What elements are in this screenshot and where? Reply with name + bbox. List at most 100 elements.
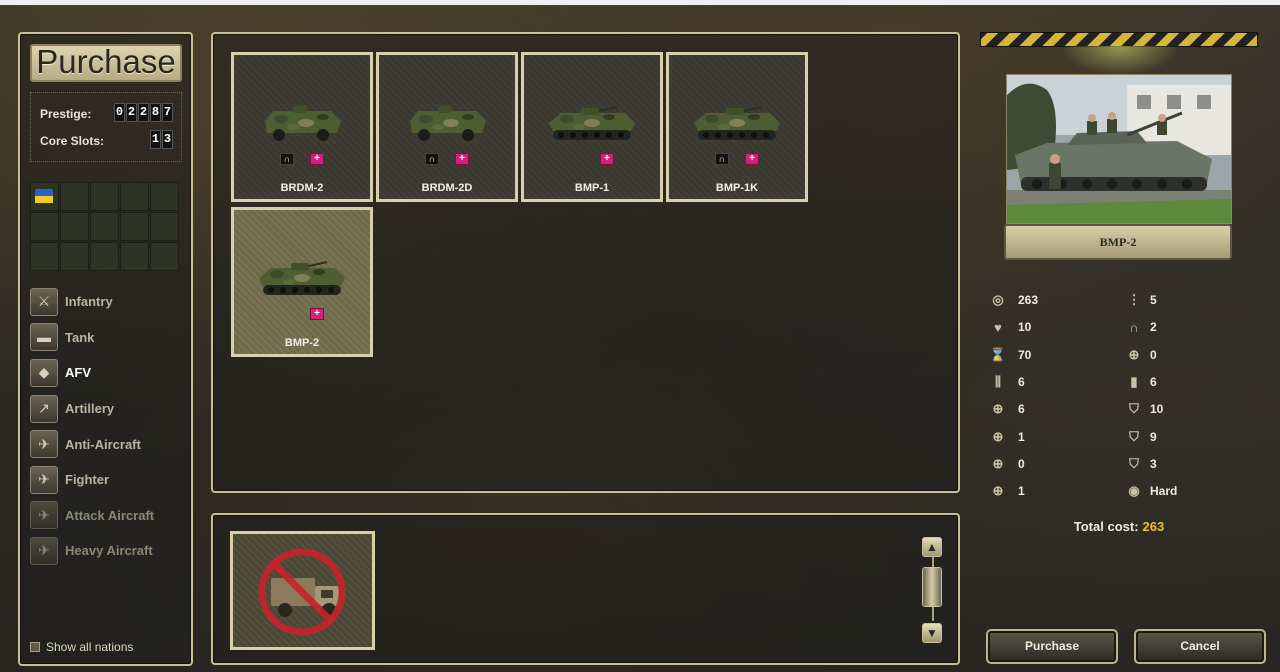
- prestige-digit: 8: [150, 103, 161, 122]
- anti-aircraft-icon: ✈: [30, 430, 58, 459]
- tag-spacer: [280, 308, 294, 320]
- stat-ground-defense: ⛉ 10: [1124, 399, 1163, 419]
- coins-icon: ◎: [992, 292, 1004, 307]
- category-heavy-aircraft[interactable]: ✈ Heavy Aircraft: [30, 533, 154, 569]
- unit-tags: ∩ +: [669, 153, 805, 165]
- category-label: Fighter: [65, 472, 110, 488]
- unit-card[interactable]: ∩ + BRDM-2D: [376, 52, 518, 202]
- nation-slot-empty: [120, 242, 149, 271]
- unit-vehicle-icon: [692, 105, 782, 150]
- show-all-checkbox[interactable]: [30, 642, 40, 652]
- air-attack-icon: ⊕: [992, 455, 1004, 471]
- scroll-thumb[interactable]: [922, 567, 942, 607]
- medic-cross-icon: +: [600, 153, 614, 165]
- category-label: Anti-Aircraft: [65, 436, 141, 452]
- prestige-digit: 2: [126, 103, 137, 122]
- unit-name: BMP-1: [574, 182, 610, 194]
- cancel-button[interactable]: Cancel: [1134, 629, 1266, 664]
- stat-fuel: ▮ 6: [1124, 372, 1157, 392]
- stat-hard-attack: ⊕ 1: [988, 427, 1025, 447]
- heart-icon: ♥: [994, 319, 1002, 335]
- binoculars-icon: ∩: [1129, 319, 1139, 335]
- nation-slot-empty: [60, 182, 89, 211]
- nation-slot-empty: [120, 182, 149, 211]
- unit-vehicle-icon: [257, 260, 347, 305]
- stat-soft-attack: ⊕ 6: [988, 399, 1025, 419]
- stat-value: 6: [1150, 374, 1157, 389]
- stat-hourglass: ⌛ 70: [988, 345, 1031, 365]
- unit-card[interactable]: + BMP-1: [521, 52, 663, 202]
- no-transport-icon: [258, 548, 346, 636]
- nation-slot-empty: [30, 242, 59, 271]
- total-cost-value: 263: [1142, 519, 1165, 534]
- unit-tags: ∩ +: [379, 153, 515, 165]
- unit-vehicle-icon: [261, 105, 343, 150]
- core-slots-digit: 1: [150, 130, 161, 149]
- artillery-icon: ↗: [30, 394, 58, 423]
- ammo-icon: ⫼: [995, 373, 1001, 389]
- stat-value: 6: [1018, 402, 1025, 417]
- fuel-icon: ▮: [1130, 373, 1138, 389]
- category-anti-aircraft[interactable]: ✈ Anti-Aircraft: [30, 426, 154, 462]
- unit-photo: [1006, 74, 1232, 224]
- category-list: ⚔ Infantry ▬ Tank ◆ AFV ↗ Artillery ✈ Anti-Aircra…: [30, 284, 154, 569]
- unit-card[interactable]: ∩ + BRDM-2: [231, 52, 373, 202]
- unit-name: BRDM-2D: [421, 182, 473, 194]
- category-attack-aircraft[interactable]: ✈ Attack Aircraft: [30, 498, 154, 534]
- recon-binoculars-icon: ∩: [280, 153, 294, 165]
- scroll-down-button[interactable]: ▼: [922, 623, 942, 643]
- nation-slot-empty: [120, 212, 149, 241]
- close-defense-icon: ⛉: [1129, 455, 1139, 471]
- infantry-icon: ⚔: [30, 287, 58, 316]
- prestige-digit: 0: [114, 103, 125, 122]
- recon-binoculars-icon: ∩: [715, 153, 729, 165]
- stat-value: 10: [1018, 320, 1032, 335]
- show-all-nations-toggle[interactable]: Show all nations: [30, 640, 133, 654]
- stat-crosshair: ⊕ 0: [1124, 345, 1157, 365]
- unit-card[interactable]: + BMP-2: [231, 207, 373, 357]
- stat-value: 0: [1018, 456, 1025, 471]
- transport-slot[interactable]: [230, 531, 375, 650]
- stat-binoculars: ∩ 2: [1124, 317, 1157, 337]
- ground-defense-icon: ⛉: [1129, 401, 1139, 417]
- scroll-up-button[interactable]: ▲: [922, 537, 942, 557]
- medic-cross-icon: +: [745, 153, 759, 165]
- naval-attack-icon: ⊕: [992, 483, 1004, 499]
- prestige-counter: 02287: [114, 103, 173, 122]
- nation-slot-empty: [90, 212, 119, 241]
- unit-vehicle-icon: [406, 105, 488, 150]
- core-slots-counter: 13: [150, 130, 173, 149]
- medic-cross-icon: +: [455, 153, 469, 165]
- unit-card[interactable]: ∩ + BMP-1K: [666, 52, 808, 202]
- top-border: [0, 0, 1280, 5]
- left-panel: Purchase Prestige: 02287 Core Slots: 13 …: [18, 32, 193, 666]
- stat-heart: ♥ 10: [988, 317, 1031, 337]
- purchase-button[interactable]: Purchase: [986, 629, 1118, 664]
- stat-value: 2: [1150, 320, 1157, 335]
- medic-cross-icon: +: [310, 153, 324, 165]
- unit-tags: +: [234, 308, 370, 320]
- category-infantry[interactable]: ⚔ Infantry: [30, 284, 154, 320]
- stat-value: 1: [1018, 429, 1025, 444]
- ukraine-flag-icon: [35, 189, 53, 203]
- nation-ukraine[interactable]: [30, 182, 59, 211]
- unit-list-panel: ∩ + BRDM-2 ∩ + BRDM-2D + BMP-1 ∩ + BMP-1K + BMP-2: [211, 32, 960, 493]
- category-fighter[interactable]: ✈ Fighter: [30, 462, 154, 498]
- stat-air-attack: ⊕ 0: [988, 454, 1025, 474]
- unit-tags: ∩ +: [234, 153, 370, 165]
- stat-value: 6: [1018, 374, 1025, 389]
- stat-target-type: ◉ Hard: [1124, 481, 1177, 501]
- category-artillery[interactable]: ↗ Artillery: [30, 391, 154, 427]
- stat-naval-attack: ⊕ 1: [988, 481, 1025, 501]
- nation-slot-empty: [60, 242, 89, 271]
- medic-cross-icon: +: [310, 308, 324, 320]
- category-afv[interactable]: ◆ AFV: [30, 355, 154, 391]
- category-label: Infantry: [65, 294, 113, 310]
- prestige-digit: 7: [162, 103, 173, 122]
- category-tank[interactable]: ▬ Tank: [30, 320, 154, 356]
- category-label: AFV: [65, 365, 91, 381]
- category-label: Tank: [65, 329, 95, 345]
- prestige-digit: 2: [138, 103, 149, 122]
- hazard-stripe: [980, 32, 1258, 47]
- stat-value: 0: [1150, 347, 1157, 362]
